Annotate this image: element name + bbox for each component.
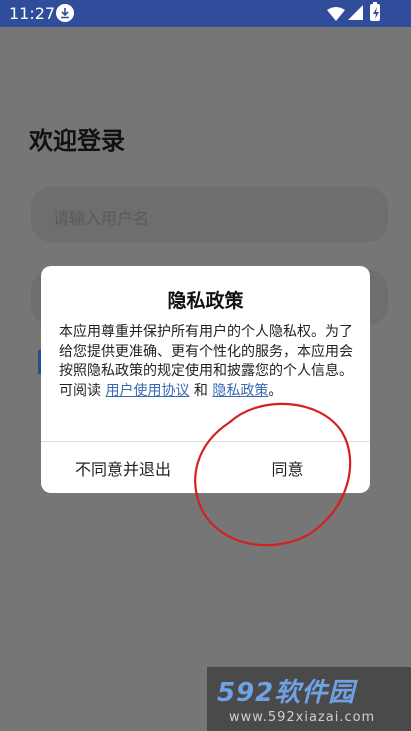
watermark-brand: 592软件园 bbox=[217, 678, 356, 708]
battery-icon bbox=[370, 2, 380, 21]
watermark-url: www.592xiazai.com bbox=[229, 710, 376, 725]
decline-exit-button[interactable]: 不同意并退出 bbox=[41, 442, 205, 493]
download-icon bbox=[56, 4, 74, 22]
user-agreement-link[interactable]: 用户使用协议 bbox=[105, 383, 189, 399]
wifi-icon bbox=[327, 6, 345, 25]
status-time: 11:27 bbox=[9, 4, 56, 23]
watermark: 592软件园 www.592xiazai.com bbox=[207, 667, 411, 731]
username-input[interactable]: 请输入用户名 bbox=[31, 187, 388, 242]
signal-icon bbox=[348, 5, 363, 24]
red-annotation-circle bbox=[194, 402, 352, 547]
status-bar: 11:27 bbox=[0, 0, 411, 27]
username-placeholder: 请输入用户名 bbox=[53, 209, 150, 228]
dialog-title: 隐私政策 bbox=[167, 290, 244, 312]
login-title: 欢迎登录 bbox=[29, 127, 125, 155]
